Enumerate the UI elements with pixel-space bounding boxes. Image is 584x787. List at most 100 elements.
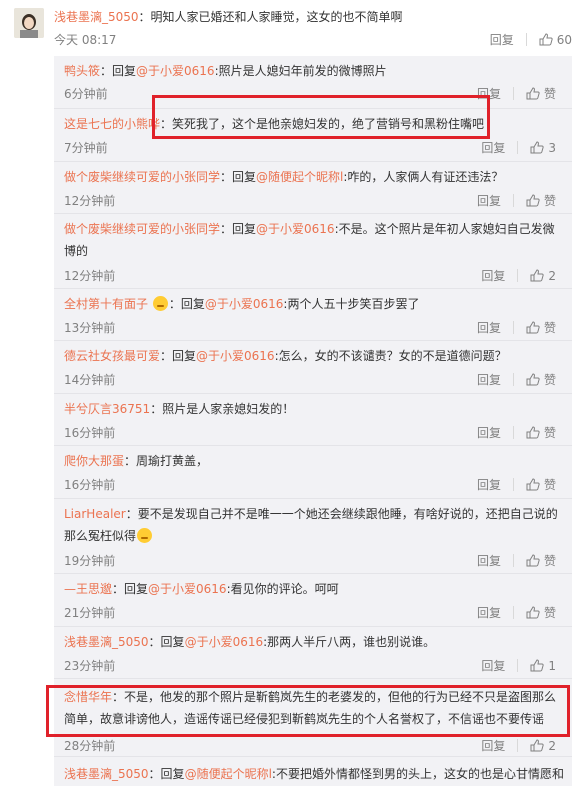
- like-count: 3: [548, 140, 556, 155]
- reply-actions: 回复 赞: [477, 371, 556, 388]
- reply-button[interactable]: 回复: [481, 267, 505, 284]
- reply-button[interactable]: 回复: [481, 139, 505, 156]
- like-button[interactable]: 赞: [526, 371, 556, 388]
- divider: [517, 141, 519, 154]
- reply-content: 全村第十有面子 ：回复@于小爱0616:两个人五十步笑百步罢了: [64, 293, 564, 315]
- reply-text: ：回复: [160, 349, 197, 363]
- reply-text: ：周瑜打黄盖，: [124, 454, 209, 468]
- reply-item: 浅巷墨漓_5050：回复@于小爱0616:那两人半斤八两，谁也别说谁。 23分钟…: [54, 626, 572, 679]
- like-button[interactable]: 赞: [526, 424, 556, 441]
- reply-username[interactable]: LiarHealer: [64, 507, 126, 521]
- reply-button[interactable]: 回复: [477, 604, 501, 621]
- reply-mention[interactable]: @于小爱0616: [148, 582, 227, 596]
- reply-button[interactable]: 回复: [490, 31, 514, 48]
- reply-item: 做个废柴继续可爱的小张同学：回复@随便起个昵称l:咋的，人家俩人有证还违法？ 1…: [54, 161, 572, 214]
- reply-content: 浅巷墨漓_5050：回复@于小爱0616:那两人半斤八两，谁也别说谁。: [64, 631, 564, 653]
- reply-button[interactable]: 回复: [481, 657, 505, 674]
- reply-mention[interactable]: @随便起个昵称l: [185, 767, 272, 781]
- reply-text: ：回复: [148, 635, 185, 649]
- reply-button[interactable]: 回复: [481, 737, 505, 754]
- avatar[interactable]: [14, 8, 44, 38]
- reply-content: 半兮仄言36751：照片是人家亲媳妇发的！: [64, 398, 564, 420]
- reply-username[interactable]: 半兮仄言36751: [64, 402, 150, 416]
- like-button[interactable]: 赞: [526, 552, 556, 569]
- reply-username[interactable]: 德云社女孩最可爱: [64, 349, 160, 363]
- reply-username[interactable]: 爬你大那蛋: [64, 454, 124, 468]
- thumbs-up-icon: [526, 426, 540, 439]
- reply-text-rest: :不要把婚外情都怪到男的头上，这女的也是心甘情愿和: [271, 767, 564, 781]
- reply-username[interactable]: 全村第十有面子: [64, 297, 148, 311]
- reply-actions: 回复 赞: [477, 604, 556, 621]
- reply-mention[interactable]: @于小爱0616: [136, 64, 215, 78]
- thumbs-up-icon: [526, 194, 540, 207]
- comment-username[interactable]: 浅巷墨漓_5050: [54, 10, 139, 24]
- reply-username[interactable]: 做个废柴继续可爱的小张同学: [64, 170, 220, 184]
- reply-mention[interactable]: @于小爱0616: [185, 635, 264, 649]
- reply-mention[interactable]: @于小爱0616: [256, 222, 335, 236]
- reply-actions: 回复 赞: [477, 192, 556, 209]
- reply-content: 做个废柴继续可爱的小张同学：回复@于小爱0616:不是。这个照片是年初人家媳妇自…: [64, 218, 564, 262]
- thumbs-up-icon: [539, 33, 553, 46]
- reply-text: ：回复: [220, 222, 257, 236]
- reply-time: 16分钟前: [64, 426, 116, 440]
- reply-text-rest: :照片是人媳妇年前发的微博照片: [214, 64, 387, 78]
- reply-username[interactable]: —王思邈: [64, 582, 112, 596]
- reply-text: ：回复: [100, 64, 137, 78]
- like-count: 赞: [543, 321, 556, 335]
- divider: [512, 321, 514, 334]
- reply-username[interactable]: 鸭头筱: [64, 64, 100, 78]
- reply-username[interactable]: 浅巷墨漓_5050: [64, 767, 149, 781]
- reply-button[interactable]: 回复: [477, 552, 501, 569]
- reply-username[interactable]: 这是七七的小熊哗: [64, 117, 160, 131]
- reply-mention[interactable]: @于小爱0616: [196, 349, 275, 363]
- reply-item: —王思邈：回复@于小爱0616:看见你的评论。呵呵 21分钟前 回复 赞: [54, 573, 572, 627]
- like-button[interactable]: 赞: [526, 192, 556, 209]
- comment-text: ：明知人家已婚还和人家睡觉，这女的也不简单啊: [138, 10, 403, 24]
- like-button[interactable]: 3: [530, 141, 556, 155]
- comment-actions: 回复 60: [490, 31, 572, 48]
- reply-text-rest: :咋的，人家俩人有证还违法？: [343, 170, 504, 184]
- reply-actions: 回复 1: [481, 657, 556, 674]
- like-button[interactable]: 赞: [526, 319, 556, 336]
- thumbs-up-icon: [526, 554, 540, 567]
- reply-content: 浅巷墨漓_5050：回复@随便起个昵称l:不要把婚外情都怪到男的头上，这女的也是…: [64, 763, 564, 785]
- like-count: 2: [548, 268, 556, 283]
- thumbs-up-icon: [530, 141, 545, 154]
- like-count: 赞: [543, 87, 556, 101]
- reply-button[interactable]: 回复: [477, 192, 501, 209]
- like-button[interactable]: 1: [530, 659, 556, 673]
- reply-actions: 回复 赞: [477, 476, 556, 493]
- reply-content: 爬你大那蛋：周瑜打黄盖，: [64, 450, 564, 472]
- like-button[interactable]: 赞: [526, 85, 556, 102]
- like-button[interactable]: 2: [530, 739, 556, 753]
- thumbs-up-icon: [526, 87, 540, 100]
- divider: [512, 554, 514, 567]
- like-button[interactable]: 赞: [526, 476, 556, 493]
- like-button[interactable]: 赞: [526, 604, 556, 621]
- reply-time: 12分钟前: [64, 194, 116, 208]
- reply-button[interactable]: 回复: [477, 424, 501, 441]
- reply-username[interactable]: 做个废柴继续可爱的小张同学: [64, 222, 220, 236]
- like-button[interactable]: 2: [530, 269, 556, 283]
- like-button[interactable]: 60: [539, 33, 572, 47]
- thumbs-up-icon: [530, 739, 545, 752]
- reply-item: 做个废柴继续可爱的小张同学：回复@于小爱0616:不是。这个照片是年初人家媳妇自…: [54, 213, 572, 289]
- reply-item: 半兮仄言36751：照片是人家亲媳妇发的！ 16分钟前 回复 赞: [54, 393, 572, 446]
- divider: [512, 194, 514, 207]
- reply-username[interactable]: 浅巷墨漓_5050: [64, 635, 149, 649]
- divider: [512, 373, 514, 386]
- reply-text: ：回复: [168, 297, 205, 311]
- divider: [517, 659, 519, 672]
- divider: [512, 606, 514, 619]
- reply-actions: 回复 3: [481, 139, 556, 156]
- replies-panel: 鸭头筱：回复@于小爱0616:照片是人媳妇年前发的微博照片 6分钟前 回复 赞 …: [54, 56, 572, 786]
- thumbs-up-icon: [526, 478, 540, 491]
- emoji-icon: [137, 528, 153, 543]
- reply-mention[interactable]: @随便起个昵称l: [256, 170, 343, 184]
- reply-mention[interactable]: @于小爱0616: [205, 297, 284, 311]
- reply-button[interactable]: 回复: [477, 319, 501, 336]
- divider: [517, 269, 519, 282]
- reply-button[interactable]: 回复: [477, 371, 501, 388]
- divider: [512, 478, 514, 491]
- reply-button[interactable]: 回复: [477, 476, 501, 493]
